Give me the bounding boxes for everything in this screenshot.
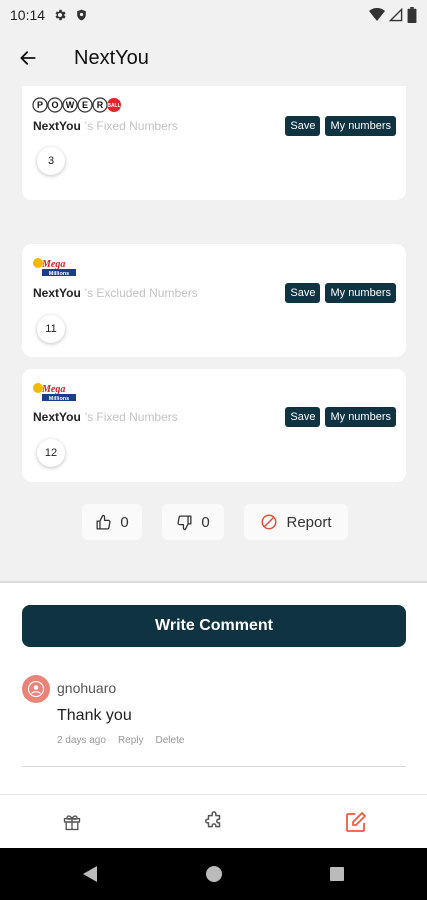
- powerball-logo: P O W E R BALL: [32, 96, 122, 114]
- numbers-label: 's Fixed Numbers: [84, 119, 178, 133]
- reply-link[interactable]: Reply: [118, 735, 144, 746]
- page-title: NextYou: [74, 46, 149, 69]
- arrow-left-icon: [20, 51, 36, 65]
- signal-icon: [389, 8, 403, 22]
- mega-millions-logo: Mega Millions: [32, 256, 78, 278]
- write-comment-button[interactable]: Write Comment: [22, 605, 406, 647]
- mega-millions-logo: Mega Millions: [32, 381, 78, 403]
- owner-name: NextYou: [33, 286, 81, 300]
- content-scroll[interactable]: P O W E R BALL NextYou 's Fixed Numbers …: [0, 86, 427, 794]
- system-back-button[interactable]: [72, 856, 108, 892]
- comment-meta: 2 days ago Reply Delete: [57, 735, 184, 746]
- card-header-row: NextYou 's Excluded Numbers Save My numb…: [33, 282, 396, 304]
- dislike-button[interactable]: 0: [162, 504, 224, 540]
- my-numbers-button[interactable]: My numbers: [325, 407, 396, 427]
- svg-text:BALL: BALL: [107, 103, 120, 109]
- like-count: 0: [120, 513, 129, 531]
- nav-gift[interactable]: [42, 795, 102, 849]
- status-time: 10:14: [10, 7, 46, 23]
- svg-text:O: O: [51, 100, 58, 110]
- svg-text:E: E: [82, 100, 88, 110]
- svg-text:W: W: [66, 100, 75, 110]
- avatar: [22, 675, 50, 703]
- svg-text:Mega: Mega: [41, 384, 65, 395]
- dislike-count: 0: [201, 513, 210, 531]
- card-header-row: NextYou 's Fixed Numbers Save My numbers: [33, 115, 396, 137]
- owner-name: NextYou: [33, 410, 81, 424]
- comments-section: Write Comment gnohuaro Thank you 2 days …: [0, 583, 427, 794]
- owner-name: NextYou: [33, 119, 81, 133]
- status-bar: 10:14: [0, 0, 427, 30]
- edit-icon: [346, 812, 366, 832]
- save-button[interactable]: Save: [285, 116, 321, 136]
- report-label: Report: [286, 513, 332, 531]
- my-numbers-button[interactable]: My numbers: [325, 283, 396, 303]
- thumbs-up-icon: [96, 514, 111, 530]
- app-bar: NextYou: [0, 30, 427, 86]
- my-numbers-button[interactable]: My numbers: [325, 116, 396, 136]
- shield-icon: [77, 9, 86, 21]
- svg-text:P: P: [37, 100, 43, 110]
- numbers-label: 's Fixed Numbers: [84, 410, 178, 424]
- settings-icon: [55, 9, 66, 21]
- gift-icon: [63, 815, 81, 831]
- system-home-button[interactable]: [196, 856, 232, 892]
- delete-link[interactable]: Delete: [156, 735, 185, 746]
- wifi-icon: [369, 8, 385, 21]
- nav-edit[interactable]: [326, 795, 386, 849]
- comment-text: Thank you: [57, 707, 132, 724]
- lottery-card: Mega Millions NextYou 's Fixed Numbers S…: [22, 369, 406, 482]
- bottom-nav: [0, 794, 427, 848]
- svg-text:Millions: Millions: [49, 271, 69, 277]
- system-recents-button[interactable]: [319, 856, 355, 892]
- card-header-row: NextYou 's Fixed Numbers Save My numbers: [33, 406, 396, 428]
- circle-home-icon: [206, 866, 222, 882]
- like-button[interactable]: 0: [82, 504, 142, 540]
- comment-username: gnohuaro: [57, 680, 117, 696]
- svg-text:Millions: Millions: [49, 396, 69, 402]
- user-avatar-icon: [27, 680, 45, 698]
- prohibited-icon: [261, 514, 277, 530]
- nav-puzzle[interactable]: [184, 795, 244, 849]
- save-button[interactable]: Save: [285, 407, 321, 427]
- svg-text:Mega: Mega: [41, 259, 65, 270]
- puzzle-icon: [205, 811, 221, 828]
- comment-divider: [22, 766, 406, 767]
- system-nav-bar: [0, 848, 427, 900]
- number-ball: 11: [37, 315, 65, 343]
- lottery-card: P O W E R BALL NextYou 's Fixed Numbers …: [22, 86, 406, 200]
- triangle-back-icon: [83, 866, 97, 882]
- svg-text:R: R: [97, 100, 104, 110]
- number-ball: 12: [37, 439, 65, 467]
- reaction-bar: 0 0 Report: [0, 504, 427, 540]
- lottery-card: Mega Millions NextYou 's Excluded Number…: [22, 244, 406, 357]
- square-recents-icon: [330, 867, 344, 881]
- report-button[interactable]: Report: [244, 504, 348, 540]
- number-ball: 3: [37, 147, 65, 175]
- numbers-label: 's Excluded Numbers: [84, 286, 198, 300]
- save-button[interactable]: Save: [285, 283, 321, 303]
- comment-time: 2 days ago: [57, 735, 106, 746]
- battery-icon: [407, 7, 417, 23]
- thumbs-down-icon: [177, 514, 192, 530]
- back-button[interactable]: [0, 30, 56, 86]
